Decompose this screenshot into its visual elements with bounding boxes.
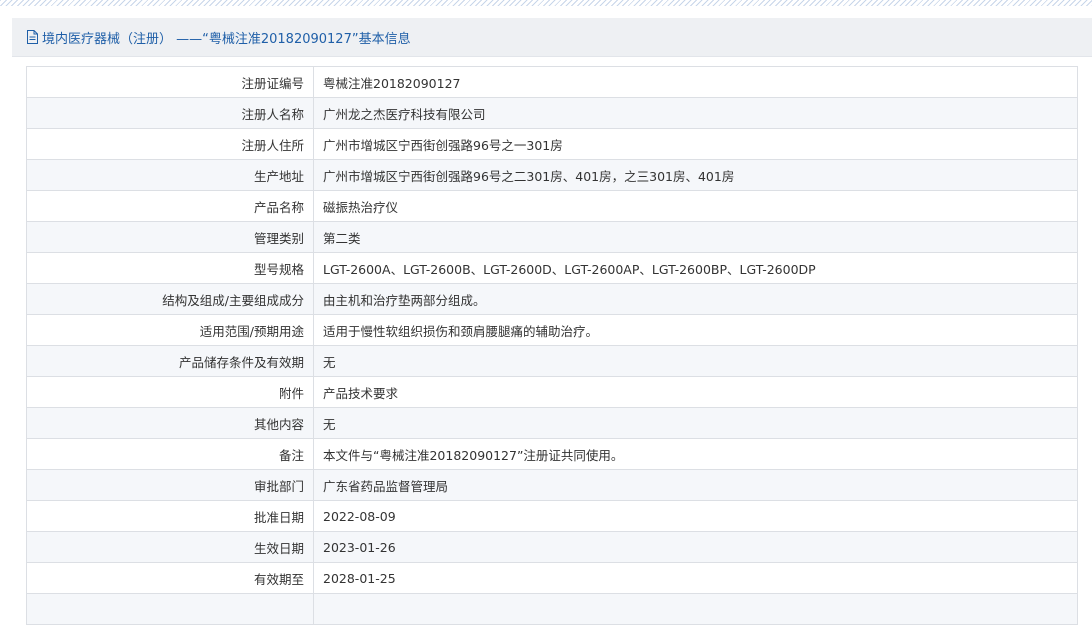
table-row (26, 593, 1078, 625)
row-label: 其他内容 (26, 407, 314, 439)
row-label: 型号规格 (26, 252, 314, 284)
table-row: 注册人名称 广州龙之杰医疗科技有限公司 (26, 97, 1078, 129)
row-value: 2022-08-09 (313, 500, 1078, 532)
panel-title: 境内医疗器械（注册） ——“粤械注准20182090127”基本信息 (42, 31, 411, 47)
info-panel: 境内医疗器械（注册） ——“粤械注准20182090127”基本信息 注册证编号… (12, 18, 1092, 625)
info-table: 注册证编号 粤械注准20182090127 注册人名称 广州龙之杰医疗科技有限公… (26, 66, 1078, 625)
row-label: 注册证编号 (26, 66, 314, 98)
panel-header: 境内医疗器械（注册） ——“粤械注准20182090127”基本信息 (12, 18, 1092, 57)
row-label: 批准日期 (26, 500, 314, 532)
table-row: 附件 产品技术要求 (26, 376, 1078, 408)
row-value: 广州龙之杰医疗科技有限公司 (313, 97, 1078, 129)
table-row: 适用范围/预期用途 适用于慢性软组织损伤和颈肩腰腿痛的辅助治疗。 (26, 314, 1078, 346)
row-value: 产品技术要求 (313, 376, 1078, 408)
row-label: 附件 (26, 376, 314, 408)
table-row: 审批部门 广东省药品监督管理局 (26, 469, 1078, 501)
table-row: 型号规格 LGT-2600A、LGT-2600B、LGT-2600D、LGT-2… (26, 252, 1078, 284)
row-value: 无 (313, 407, 1078, 439)
table-row: 注册人住所 广州市增城区宁西街创强路96号之一301房 (26, 128, 1078, 160)
document-icon (26, 30, 39, 44)
row-value: 广州市增城区宁西街创强路96号之一301房 (313, 128, 1078, 160)
table-row: 备注 本文件与“粤械注准20182090127”注册证共同使用。 (26, 438, 1078, 470)
row-value (313, 593, 1078, 625)
row-label: 注册人名称 (26, 97, 314, 129)
row-label: 备注 (26, 438, 314, 470)
table-row: 生效日期 2023-01-26 (26, 531, 1078, 563)
row-label (26, 593, 314, 625)
row-value: 粤械注准20182090127 (313, 66, 1078, 98)
table-row: 注册证编号 粤械注准20182090127 (26, 66, 1078, 98)
row-value: 适用于慢性软组织损伤和颈肩腰腿痛的辅助治疗。 (313, 314, 1078, 346)
row-label: 注册人住所 (26, 128, 314, 160)
row-label: 生产地址 (26, 159, 314, 191)
row-value: 本文件与“粤械注准20182090127”注册证共同使用。 (313, 438, 1078, 470)
row-label: 生效日期 (26, 531, 314, 563)
row-value: LGT-2600A、LGT-2600B、LGT-2600D、LGT-2600AP… (313, 252, 1078, 284)
table-row: 结构及组成/主要组成成分 由主机和治疗垫两部分组成。 (26, 283, 1078, 315)
row-label: 审批部门 (26, 469, 314, 501)
table-row: 生产地址 广州市增城区宁西街创强路96号之二301房、401房，之三301房、4… (26, 159, 1078, 191)
row-value: 2028-01-25 (313, 562, 1078, 594)
table-row: 产品储存条件及有效期 无 (26, 345, 1078, 377)
table-row: 有效期至 2028-01-25 (26, 562, 1078, 594)
top-decorative-hatch (0, 0, 1092, 6)
row-value: 无 (313, 345, 1078, 377)
row-label: 适用范围/预期用途 (26, 314, 314, 346)
row-value: 广州市增城区宁西街创强路96号之二301房、401房，之三301房、401房 (313, 159, 1078, 191)
row-label: 结构及组成/主要组成成分 (26, 283, 314, 315)
table-row: 产品名称 磁振热治疗仪 (26, 190, 1078, 222)
row-value: 磁振热治疗仪 (313, 190, 1078, 222)
row-value: 广东省药品监督管理局 (313, 469, 1078, 501)
row-value: 由主机和治疗垫两部分组成。 (313, 283, 1078, 315)
row-label: 管理类别 (26, 221, 314, 253)
row-label: 产品名称 (26, 190, 314, 222)
table-row: 管理类别 第二类 (26, 221, 1078, 253)
table-row: 批准日期 2022-08-09 (26, 500, 1078, 532)
row-value: 2023-01-26 (313, 531, 1078, 563)
row-value: 第二类 (313, 221, 1078, 253)
row-label: 有效期至 (26, 562, 314, 594)
table-row: 其他内容 无 (26, 407, 1078, 439)
row-label: 产品储存条件及有效期 (26, 345, 314, 377)
